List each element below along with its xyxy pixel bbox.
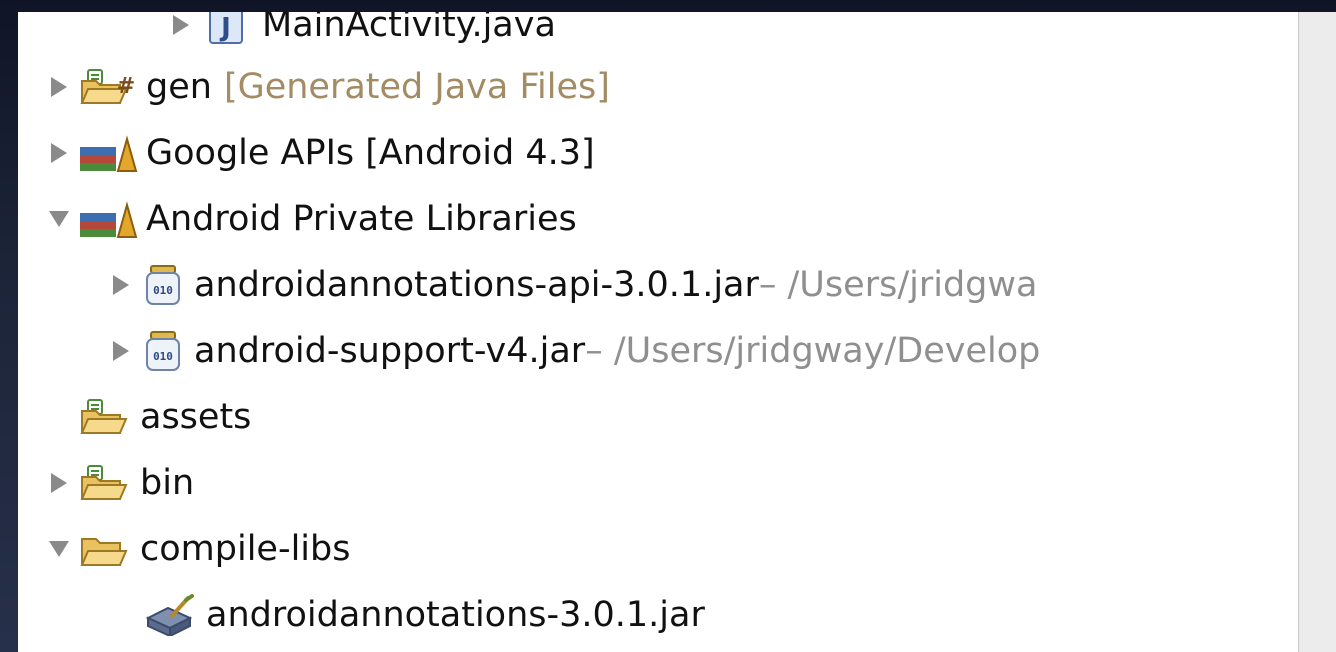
jar-icon: 010: [140, 265, 186, 305]
tree-item-path: – /Users/jridgway/Develop: [585, 331, 1041, 371]
tree-item-bin[interactable]: bin: [46, 450, 194, 516]
svg-text:J: J: [219, 13, 231, 43]
expand-arrow-icon[interactable]: [46, 72, 72, 102]
svg-text:010: 010: [153, 284, 173, 297]
tree-item-gen[interactable]: # gen [Generated Java Files]: [46, 54, 610, 120]
collapse-arrow-icon[interactable]: [46, 204, 72, 234]
tree-item-mainactivity[interactable]: J MainActivity.java: [168, 12, 556, 58]
tree-item-label: MainActivity.java: [262, 12, 556, 45]
expand-arrow-icon[interactable]: [46, 138, 72, 168]
tree-item-label: assets: [140, 397, 252, 437]
tree-item-androidannotations-jar[interactable]: androidannotations-3.0.1.jar: [142, 582, 705, 648]
source-folder-icon: #: [78, 67, 138, 107]
tree-item-label: android-support-v4.jar: [194, 331, 586, 371]
expand-arrow-icon[interactable]: [108, 270, 134, 300]
expand-arrow-icon[interactable]: [108, 336, 134, 366]
tree-item-label: Android Private Libraries: [146, 199, 577, 239]
svg-text:010: 010: [153, 350, 173, 363]
tree-item-assets[interactable]: assets: [46, 384, 251, 450]
java-file-icon: J: [200, 12, 254, 45]
tree-item-android-private-libraries[interactable]: Android Private Libraries: [46, 186, 577, 252]
expand-arrow-icon[interactable]: [46, 468, 72, 498]
editor-area: [1298, 12, 1336, 652]
tree-item-path: – /Users/jridgwa: [758, 265, 1038, 305]
tree-item-decoration: [Generated Java Files]: [223, 67, 610, 107]
source-folder-icon: [78, 463, 132, 503]
source-folder-icon: [78, 397, 132, 437]
tree-item-google-apis[interactable]: Google APIs [Android 4.3]: [46, 120, 595, 186]
tree-item-compile-libs[interactable]: compile-libs: [46, 516, 350, 582]
expand-arrow-icon[interactable]: [168, 12, 194, 40]
tree-item-label: androidannotations-api-3.0.1.jar: [194, 265, 759, 305]
tree-item-label: Google APIs [Android 4.3]: [146, 133, 595, 173]
library-icon: [78, 199, 138, 239]
tree-item-label: bin: [140, 463, 195, 503]
tree-item-label: compile-libs: [140, 529, 351, 569]
library-icon: [78, 133, 138, 173]
tree-item-label: androidannotations-3.0.1.jar: [206, 595, 705, 635]
svg-text:#: #: [117, 74, 135, 99]
tree-item-androidannotations-api-jar[interactable]: 010 androidannotations-api-3.0.1.jar – /…: [108, 252, 1037, 318]
tree-item-android-support-jar[interactable]: 010 android-support-v4.jar – /Users/jrid…: [108, 318, 1040, 384]
package-explorer-tree[interactable]: J MainActivity.java # gen [Generated Jav…: [18, 12, 1298, 652]
tree-item-label: gen: [146, 67, 212, 107]
collapse-arrow-icon[interactable]: [46, 534, 72, 564]
folder-icon: [78, 529, 132, 569]
jar-icon: 010: [140, 331, 186, 371]
jar-file-icon: [142, 594, 198, 636]
